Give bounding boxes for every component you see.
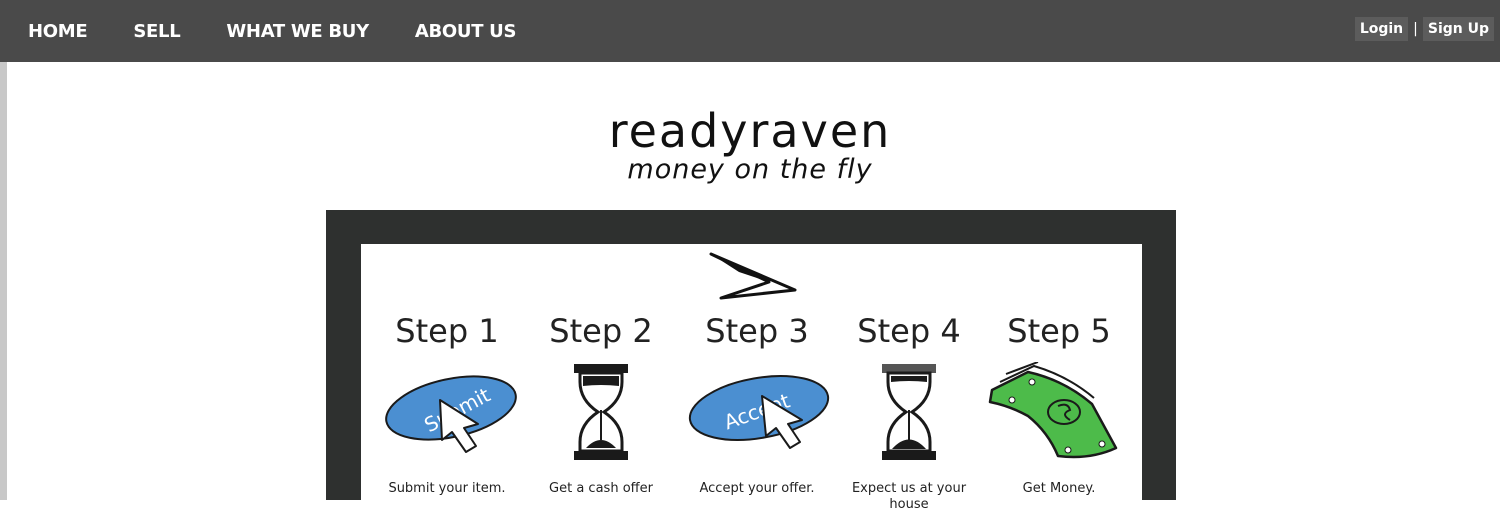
- nav-about-us[interactable]: ABOUT US: [415, 21, 517, 42]
- auth-separator: |: [1413, 21, 1418, 37]
- step-title: Step 1: [395, 312, 499, 350]
- step-caption: Expect us at your house: [851, 481, 967, 512]
- signup-button[interactable]: Sign Up: [1422, 17, 1494, 41]
- how-it-works-panel: Step 1 Submit Submit your item. Step 2 G…: [326, 210, 1176, 512]
- step-4: Step 4 Expect us at your house: [834, 244, 984, 512]
- step-3: Step 3 Accept Accept your offer.: [682, 244, 832, 500]
- step-caption: Get Money.: [1022, 481, 1096, 496]
- site-tagline: money on the fly: [627, 154, 873, 185]
- step-caption: Get a cash offer: [549, 481, 653, 496]
- step-title: Step 4: [857, 312, 961, 350]
- step-2: Step 2 Get a cash offer: [526, 244, 676, 500]
- step-title: Step 2: [549, 312, 653, 350]
- accept-button-cursor-icon: Accept: [688, 375, 830, 449]
- step-caption: Submit your item.: [388, 481, 506, 496]
- hourglass-icon: [882, 364, 936, 460]
- nav-home[interactable]: HOME: [28, 21, 88, 42]
- nav-what-we-buy[interactable]: WHAT WE BUY: [226, 21, 369, 42]
- money-icon: [988, 362, 1118, 459]
- top-navigation-bar: HOME SELL WHAT WE BUY ABOUT US Login | S…: [0, 0, 1500, 62]
- step-caption: Accept your offer.: [699, 481, 815, 496]
- step-title: Step 5: [1007, 312, 1111, 350]
- how-it-works-content: Step 1 Submit Submit your item. Step 2 G…: [361, 244, 1142, 512]
- hourglass-icon: [574, 364, 628, 460]
- step-1: Step 1 Submit Submit your item.: [372, 244, 522, 500]
- step-5: Step 5 Get Money.: [984, 244, 1134, 500]
- submit-button-cursor-icon: Submit: [385, 375, 517, 453]
- nav-links: HOME SELL WHAT WE BUY ABOUT US: [28, 0, 562, 62]
- site-name: readyraven: [608, 104, 892, 158]
- step-title: Step 3: [705, 312, 809, 350]
- login-button[interactable]: Login: [1354, 17, 1409, 41]
- auth-links: Login | Sign Up: [1354, 16, 1494, 42]
- nav-sell[interactable]: SELL: [133, 21, 180, 42]
